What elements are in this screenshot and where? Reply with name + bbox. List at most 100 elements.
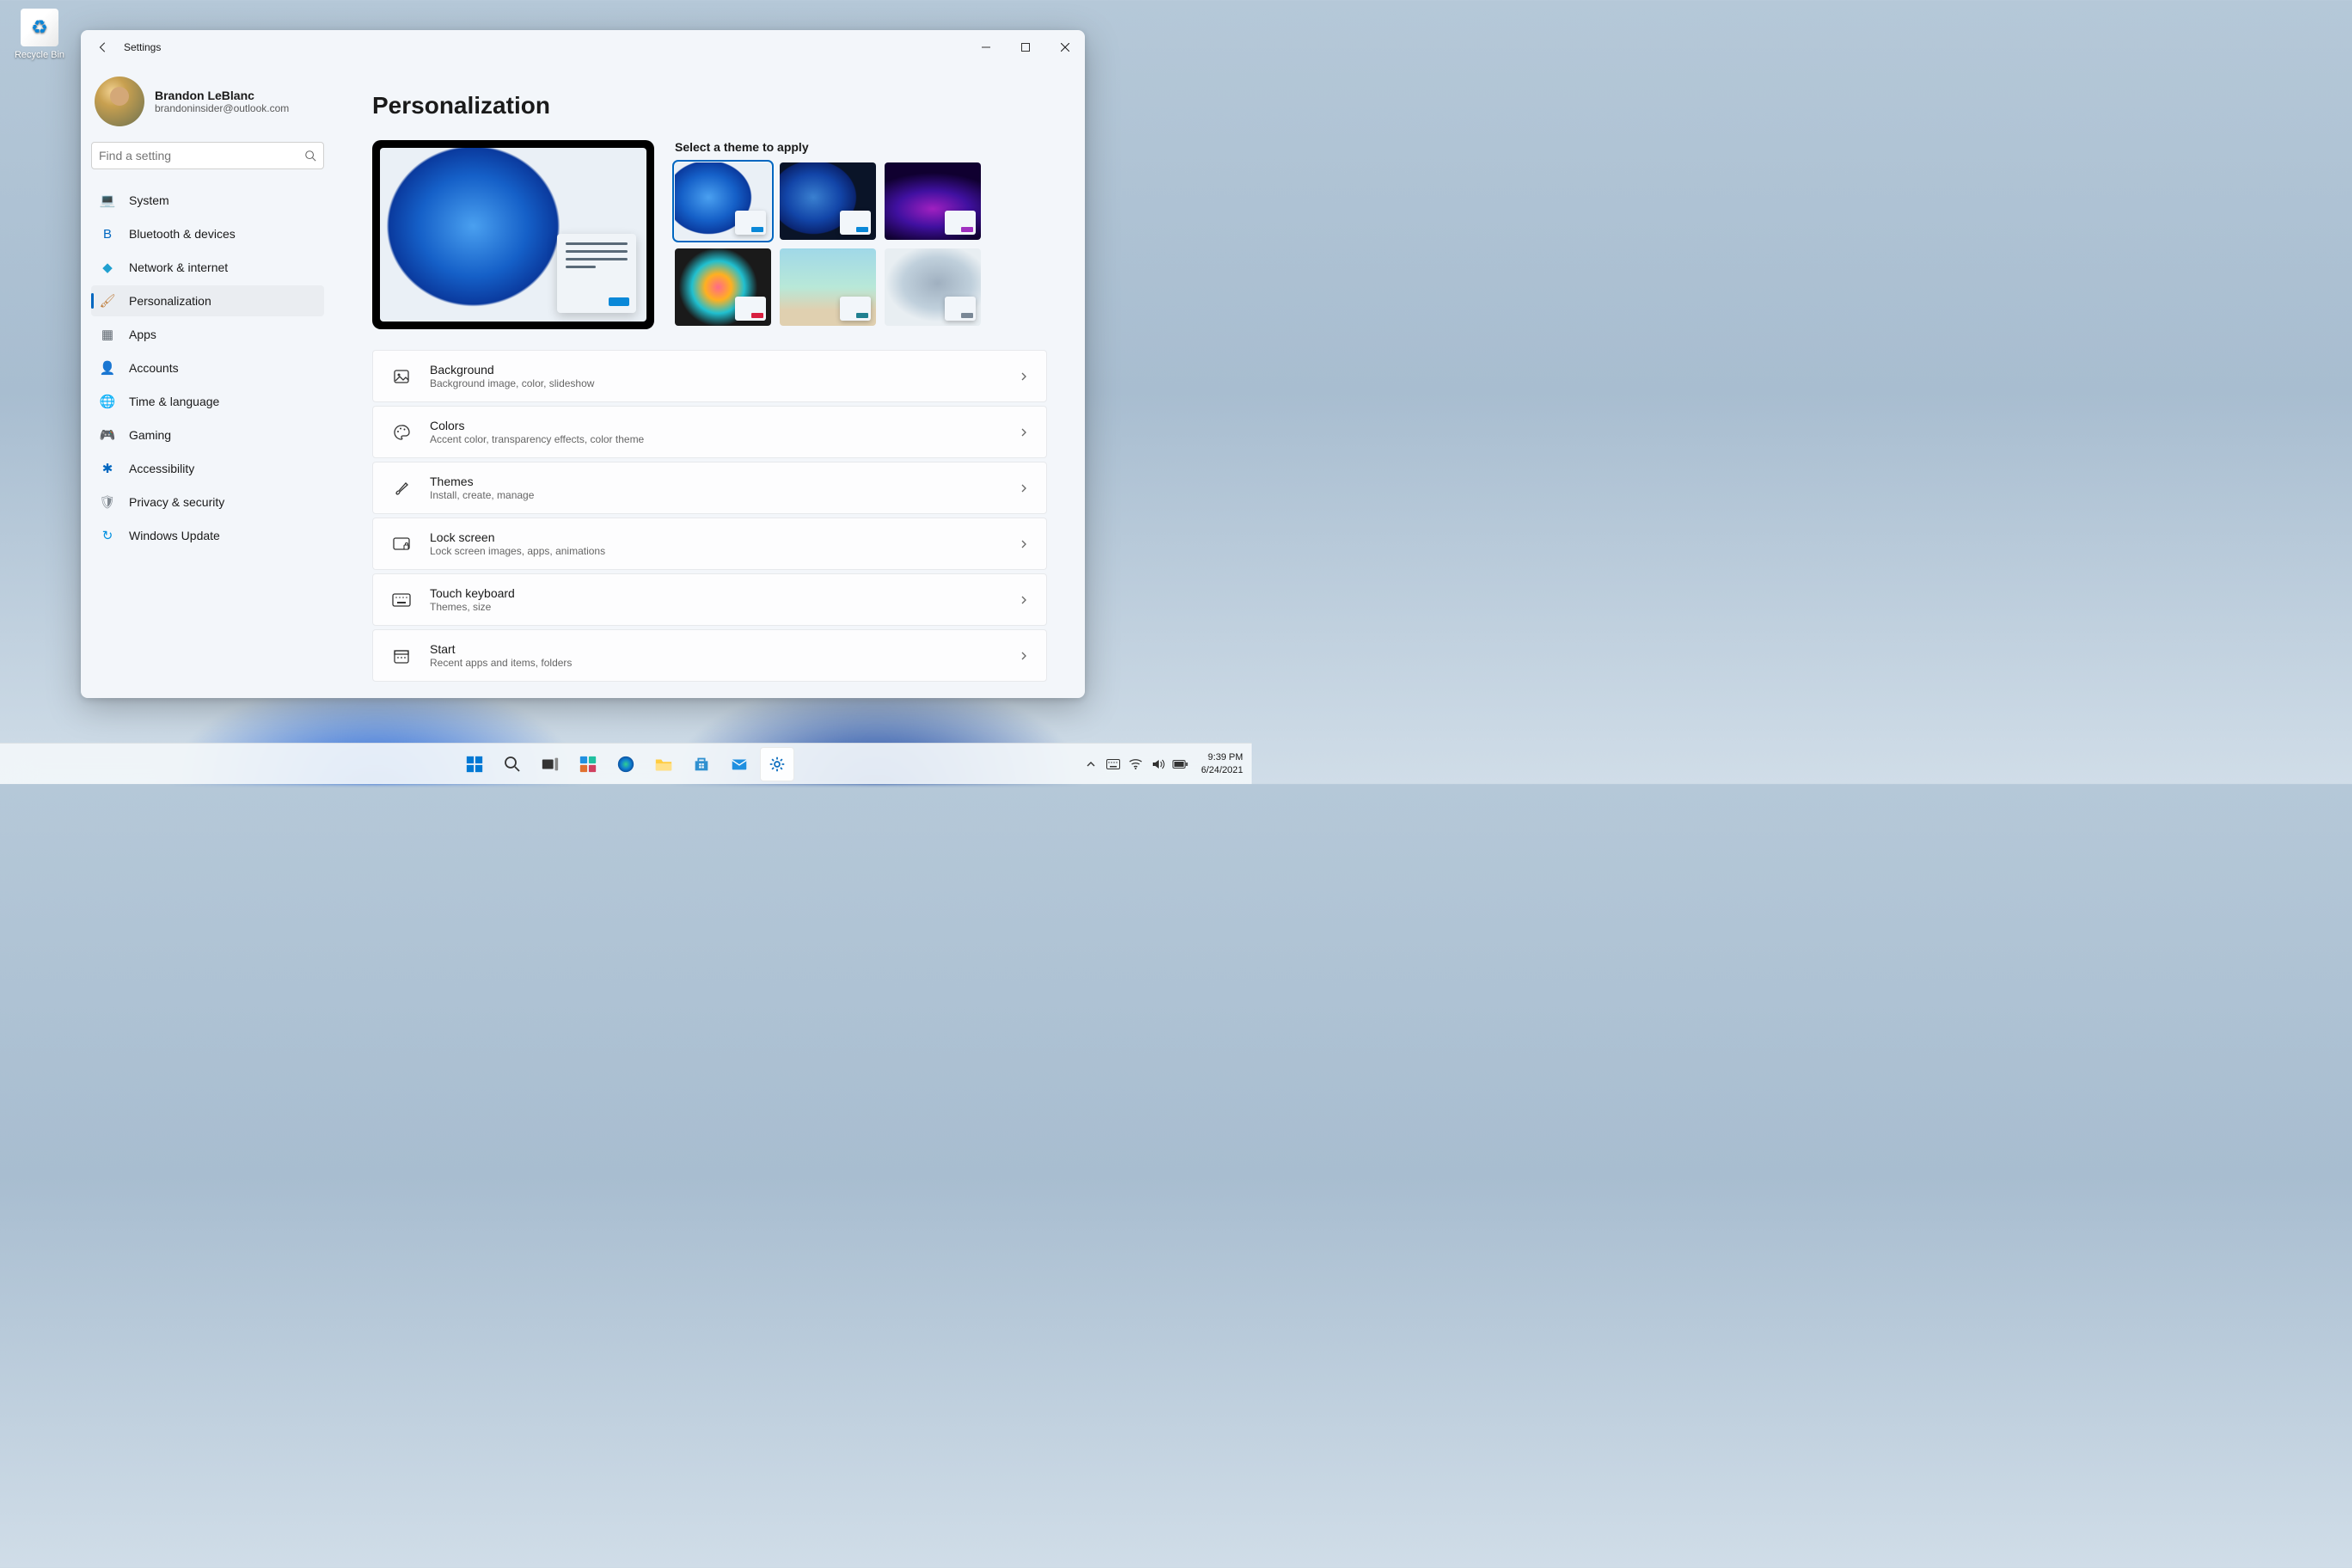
- desktop-icon-recycle-bin[interactable]: Recycle Bin: [9, 9, 70, 60]
- sidebar-item-time-language[interactable]: 🌐Time & language: [91, 386, 324, 417]
- settings-card-colors[interactable]: ColorsAccent color, transparency effects…: [372, 406, 1047, 458]
- tray-battery-icon[interactable]: [1172, 756, 1189, 773]
- settings-card-lock-screen[interactable]: Lock screenLock screen images, apps, ani…: [372, 518, 1047, 570]
- chevron-right-icon: [1019, 371, 1029, 382]
- nav-icon: 🖌: [100, 293, 115, 309]
- close-icon: [1061, 43, 1069, 52]
- card-subtitle: Accent color, transparency effects, colo…: [430, 433, 1019, 445]
- chevron-right-icon: [1019, 483, 1029, 493]
- card-subtitle: Background image, color, slideshow: [430, 377, 1019, 389]
- desktop-icon-label: Recycle Bin: [9, 50, 70, 60]
- tray-overflow[interactable]: [1082, 756, 1099, 773]
- nav-label: Network & internet: [129, 260, 228, 274]
- settings-card-touch-keyboard[interactable]: Touch keyboardThemes, size: [372, 573, 1047, 626]
- card-subtitle: Lock screen images, apps, animations: [430, 545, 1019, 557]
- taskbar-edge[interactable]: [609, 747, 643, 781]
- start-menu-icon: [393, 647, 410, 665]
- sidebar-item-bluetooth-devices[interactable]: BBluetooth & devices: [91, 218, 324, 249]
- nav-icon: 🛡: [100, 494, 115, 510]
- clock-time: 9:39 PM: [1201, 751, 1243, 763]
- theme-thumbnail[interactable]: [885, 162, 981, 240]
- chevron-right-icon: [1019, 595, 1029, 605]
- task-view-icon: [541, 755, 560, 774]
- close-button[interactable]: [1045, 30, 1085, 64]
- taskbar-search[interactable]: [495, 747, 530, 781]
- settings-card-background[interactable]: BackgroundBackground image, color, slide…: [372, 350, 1047, 402]
- back-button[interactable]: [89, 34, 117, 61]
- sidebar-item-accessibility[interactable]: ✱ Accessibility: [91, 453, 324, 484]
- nav-label: Gaming: [129, 428, 171, 442]
- card-subtitle: Recent apps and items, folders: [430, 657, 1019, 669]
- card-icon: [390, 593, 413, 607]
- settings-card-themes[interactable]: ThemesInstall, create, manage: [372, 462, 1047, 514]
- search-input[interactable]: [99, 149, 304, 162]
- profile-email: brandoninsider@outlook.com: [155, 102, 289, 114]
- nav-label: Accounts: [129, 361, 179, 375]
- taskbar-taskview[interactable]: [533, 747, 567, 781]
- nav-icon: B: [100, 226, 115, 242]
- tray-wifi-icon[interactable]: [1127, 756, 1144, 773]
- sidebar-item-privacy-security[interactable]: 🛡 Privacy & security: [91, 487, 324, 518]
- image-icon: [393, 368, 410, 385]
- settings-card-start[interactable]: StartRecent apps and items, folders: [372, 629, 1047, 682]
- theme-thumbnail[interactable]: [675, 162, 771, 240]
- palette-icon: [393, 424, 410, 441]
- nav-icon: ✱: [100, 461, 115, 476]
- theme-preview-large[interactable]: [372, 140, 654, 329]
- chevron-right-icon: [1019, 427, 1029, 438]
- nav-icon: 🌐: [100, 394, 115, 409]
- nav-icon: ↻: [100, 528, 115, 543]
- minimize-icon: [982, 43, 990, 52]
- start-button[interactable]: [457, 747, 492, 781]
- taskbar-center: [457, 747, 794, 781]
- nav-icon: ◆: [100, 260, 115, 275]
- profile-name: Brandon LeBlanc: [155, 89, 289, 102]
- sidebar-item-system[interactable]: 💻System: [91, 185, 324, 216]
- nav-label: Personalization: [129, 294, 211, 308]
- theme-mini-window: [840, 297, 871, 321]
- nav-label: Privacy & security: [129, 495, 224, 509]
- maximize-button[interactable]: [1006, 30, 1045, 64]
- card-icon: [390, 368, 413, 385]
- sidebar-item-windows-update[interactable]: ↻ Windows Update: [91, 520, 324, 551]
- taskbar-mail[interactable]: [722, 747, 756, 781]
- tray-input-icon[interactable]: [1105, 756, 1122, 773]
- search-box[interactable]: [91, 142, 324, 169]
- main-content[interactable]: Personalization Select a theme to apply …: [334, 64, 1085, 698]
- sidebar-item-gaming[interactable]: 🎮Gaming: [91, 420, 324, 450]
- chevron-right-icon: [1019, 651, 1029, 661]
- sidebar-item-network-internet[interactable]: ◆ Network & internet: [91, 252, 324, 283]
- profile-card[interactable]: Brandon LeBlanc brandoninsider@outlook.c…: [91, 70, 324, 142]
- nav-label: Windows Update: [129, 529, 220, 542]
- taskbar: 9:39 PM 6/24/2021: [0, 743, 1252, 784]
- nav-label: Accessibility: [129, 462, 194, 475]
- sidebar-item-apps[interactable]: ▦ Apps: [91, 319, 324, 350]
- widgets-icon: [579, 755, 597, 774]
- theme-mini-window: [945, 297, 976, 321]
- theme-mini-window: [945, 211, 976, 235]
- nav-icon: ▦: [100, 327, 115, 342]
- theme-thumbnail[interactable]: [780, 248, 876, 326]
- card-title: Colors: [430, 419, 1019, 432]
- theme-thumbnail[interactable]: [885, 248, 981, 326]
- sidebar-item-accounts[interactable]: 👤Accounts: [91, 352, 324, 383]
- preview-window-mock: [557, 234, 636, 313]
- app-title: Settings: [124, 41, 161, 53]
- minimize-button[interactable]: [966, 30, 1006, 64]
- taskbar-settings[interactable]: [760, 747, 794, 781]
- card-subtitle: Themes, size: [430, 601, 1019, 613]
- settings-window: Settings Brandon LeBlanc brandoninsider@…: [81, 30, 1085, 698]
- sidebar-item-personalization[interactable]: 🖌 Personalization: [91, 285, 324, 316]
- taskbar-widgets[interactable]: [571, 747, 605, 781]
- windows-logo-icon: [465, 755, 484, 774]
- tray-volume-icon[interactable]: [1149, 756, 1167, 773]
- search-icon: [304, 150, 316, 162]
- theme-thumbnail[interactable]: [675, 248, 771, 326]
- taskbar-explorer[interactable]: [646, 747, 681, 781]
- gear-icon: [768, 755, 787, 774]
- nav-label: Apps: [129, 328, 156, 341]
- keyboard-icon: [392, 593, 411, 607]
- taskbar-store[interactable]: [684, 747, 719, 781]
- theme-thumbnail[interactable]: [780, 162, 876, 240]
- taskbar-clock[interactable]: 9:39 PM 6/24/2021: [1194, 751, 1243, 776]
